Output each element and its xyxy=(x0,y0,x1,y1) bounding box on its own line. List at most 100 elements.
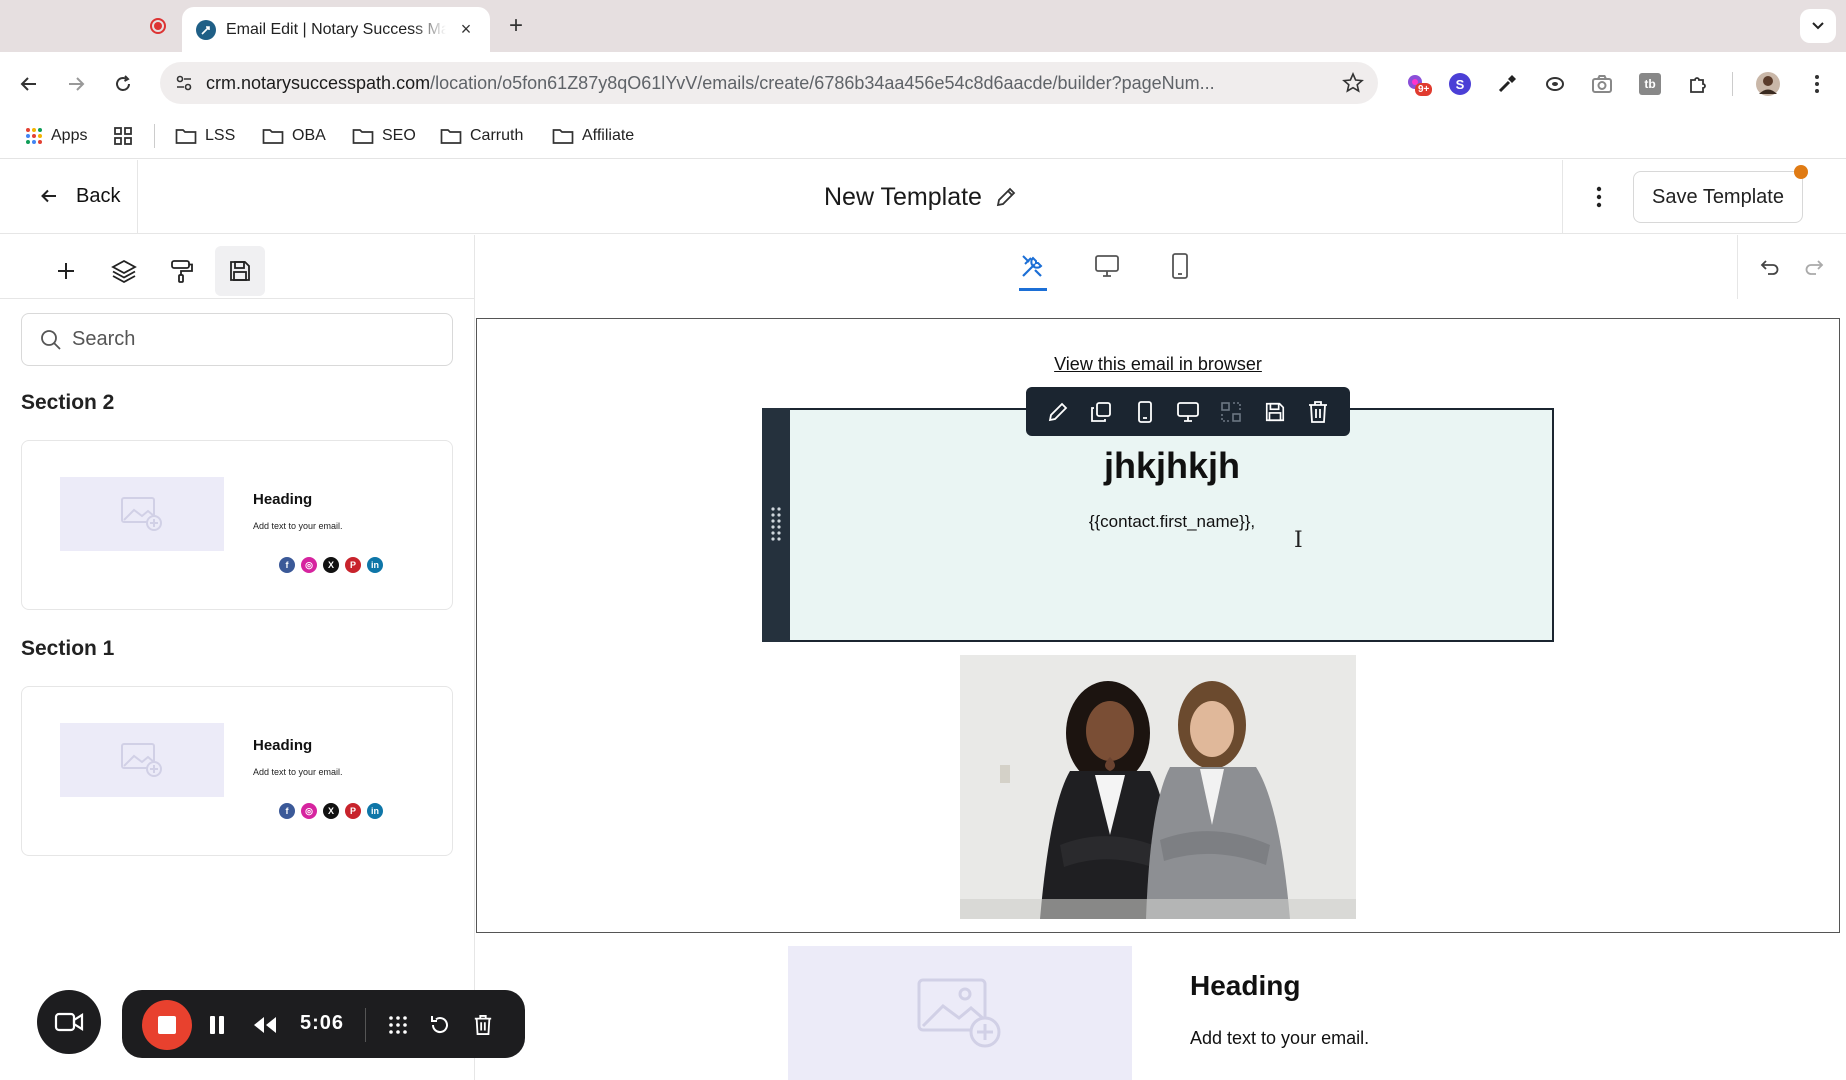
delete-section-button[interactable] xyxy=(1303,397,1333,427)
section-heading-text[interactable]: jhkjhkjh xyxy=(790,445,1554,487)
bookmark-star-icon[interactable] xyxy=(1342,72,1364,94)
undo-icon xyxy=(1760,260,1779,275)
redo-button[interactable] xyxy=(1800,252,1828,280)
copy-icon xyxy=(1091,401,1112,422)
bookmark-folder-carruth[interactable]: Carruth xyxy=(440,122,523,150)
view-in-browser-link[interactable]: View this email in browser xyxy=(0,354,1846,375)
x-icon: X xyxy=(323,803,339,819)
undo-button[interactable] xyxy=(1756,252,1784,280)
bookmark-folder-lss[interactable]: LSS xyxy=(175,122,235,150)
card-text: Add text to your email. xyxy=(253,521,343,531)
apps-grid-icon xyxy=(26,128,42,144)
extension-eyedropper[interactable] xyxy=(1493,70,1521,98)
unsaved-indicator xyxy=(1794,165,1808,179)
browser-tab-recording[interactable] xyxy=(12,6,180,46)
site-settings-icon[interactable] xyxy=(174,73,194,93)
restart-button[interactable] xyxy=(425,1010,455,1040)
browser-forward-button[interactable] xyxy=(61,69,91,99)
browser-reload-button[interactable] xyxy=(108,69,138,99)
stop-recording-button[interactable] xyxy=(142,1000,192,1050)
section-text[interactable]: Add text to your email. xyxy=(1190,1028,1369,1049)
tab-builder[interactable] xyxy=(1013,246,1053,286)
drag-handle[interactable] xyxy=(762,408,790,642)
camera-icon xyxy=(1592,75,1612,93)
bookmark-folder-affiliate[interactable]: Affiliate xyxy=(552,122,634,150)
eyedropper-icon xyxy=(1498,75,1516,93)
saved-sections-button[interactable] xyxy=(215,246,265,296)
browser-menu-button[interactable] xyxy=(1803,70,1831,98)
save-icon xyxy=(230,261,250,281)
extension-camera[interactable] xyxy=(1588,70,1616,98)
layers-icon xyxy=(111,259,137,284)
section-2-card[interactable]: Heading Add text to your email. f ◎ X P … xyxy=(21,440,453,610)
browser-tab-active[interactable]: Email Edit | Notary Success Mastery × xyxy=(182,7,490,52)
discard-recording-button[interactable] xyxy=(468,1010,498,1040)
ungroup-button[interactable] xyxy=(1216,397,1246,427)
bookmark-tab-groups[interactable] xyxy=(113,122,133,150)
address-bar[interactable]: crm.notarysuccesspath.com/location/o5fon… xyxy=(160,62,1378,104)
extension-loop[interactable] xyxy=(1541,70,1569,98)
grid-button[interactable] xyxy=(383,1010,413,1040)
section-heading[interactable]: Heading xyxy=(1190,970,1300,1002)
extension-tb[interactable]: tb xyxy=(1636,70,1664,98)
bookmarks-divider xyxy=(154,124,155,148)
grip-dots-icon xyxy=(771,507,781,541)
extensions-menu[interactable] xyxy=(1684,70,1712,98)
extension-flower[interactable]: 9+ xyxy=(1403,70,1433,98)
search-input[interactable] xyxy=(72,328,432,351)
pause-button[interactable] xyxy=(202,1010,232,1040)
tab-title: Email Edit | Notary Success Mastery xyxy=(226,20,446,38)
instagram-icon: ◎ xyxy=(301,803,317,819)
rewind-button[interactable] xyxy=(250,1010,280,1040)
mobile-visibility-button[interactable] xyxy=(1130,397,1160,427)
s-extension-icon: S xyxy=(1449,73,1471,95)
instagram-icon: ◎ xyxy=(301,557,317,573)
back-button[interactable]: Back xyxy=(40,178,120,214)
business-women-photo-icon xyxy=(960,655,1356,919)
folder-icon xyxy=(552,129,574,144)
arrow-right-icon xyxy=(69,77,85,91)
bookmark-folder-oba[interactable]: OBA xyxy=(262,122,326,150)
section-floating-toolbar xyxy=(1026,387,1350,436)
email-image[interactable] xyxy=(960,655,1356,919)
add-element-button[interactable] xyxy=(41,246,91,296)
pinterest-icon: P xyxy=(345,557,361,573)
merge-field-text[interactable]: {{contact.first_name}}, xyxy=(790,512,1554,532)
grid-dots-icon xyxy=(389,1016,407,1034)
new-tab-button[interactable]: + xyxy=(502,12,530,40)
image-placeholder-icon xyxy=(917,978,1001,1048)
profile-avatar[interactable] xyxy=(1754,70,1782,98)
browser-back-button[interactable] xyxy=(14,69,44,99)
recorder-camera-button[interactable] xyxy=(37,990,101,1054)
card-image-placeholder xyxy=(60,477,224,551)
bookmark-apps[interactable]: Apps xyxy=(25,122,87,150)
url-text[interactable]: crm.notarysuccesspath.com/location/o5fon… xyxy=(206,73,1316,94)
tab-search-button[interactable] xyxy=(1800,9,1836,43)
more-options-button[interactable] xyxy=(1584,180,1614,214)
duplicate-section-button[interactable] xyxy=(1086,397,1116,427)
close-tab-icon[interactable]: × xyxy=(456,19,476,40)
template-title[interactable]: New Template xyxy=(824,180,1018,214)
layers-button[interactable] xyxy=(99,246,149,296)
styles-button[interactable] xyxy=(157,246,207,296)
bookmark-folder-seo[interactable]: SEO xyxy=(352,122,416,150)
arrow-left-icon xyxy=(41,189,56,203)
image-placeholder[interactable] xyxy=(788,946,1132,1080)
desktop-visibility-button[interactable] xyxy=(1173,397,1203,427)
tab-mobile-preview[interactable] xyxy=(1160,246,1200,286)
tab-desktop-preview[interactable] xyxy=(1087,246,1127,286)
save-section-button[interactable] xyxy=(1260,397,1290,427)
restart-icon xyxy=(431,1016,448,1034)
edit-section-button[interactable] xyxy=(1043,397,1073,427)
extension-badge: 9+ xyxy=(1415,83,1433,96)
active-tab-indicator xyxy=(1019,288,1047,291)
section-1-card[interactable]: Heading Add text to your email. f ◎ X P … xyxy=(21,686,453,856)
extension-s[interactable]: S xyxy=(1446,70,1474,98)
pause-icon xyxy=(210,1016,224,1034)
tools-icon xyxy=(1022,255,1043,277)
feather-favicon-icon xyxy=(196,19,216,40)
template-title-text: New Template xyxy=(824,182,982,211)
section-1-label: Section 1 xyxy=(21,637,115,660)
image-placeholder-icon xyxy=(121,497,162,531)
save-template-button[interactable]: Save Template xyxy=(1633,171,1803,223)
